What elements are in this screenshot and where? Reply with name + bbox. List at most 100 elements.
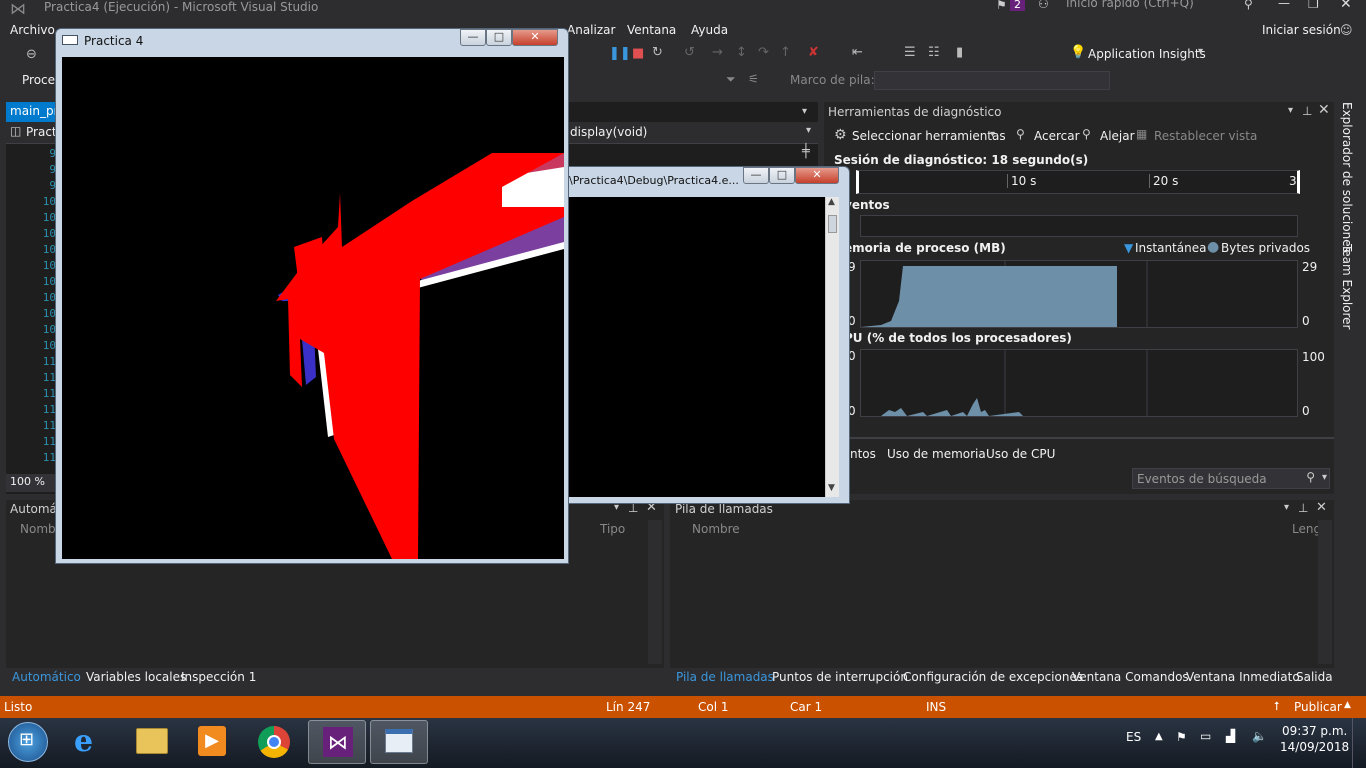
close-icon[interactable]: ✕ — [1318, 102, 1330, 118]
tab-memory-usage[interactable]: Uso de memoria — [887, 447, 986, 461]
media-player-icon[interactable]: ▶ — [198, 726, 226, 756]
editor-scroll-down-icon[interactable]: ▾ — [802, 106, 807, 117]
console-minimize-button[interactable]: — — [743, 167, 769, 184]
tab-ventana-comandos[interactable]: Ventana Comandos — [1072, 670, 1189, 684]
tab-config-excepciones[interactable]: Configuración de excepciones — [903, 670, 1083, 684]
tab-automatico[interactable]: Automático — [12, 670, 81, 684]
reset-view-icon[interactable]: ▦ — [1136, 127, 1147, 141]
chevron-up-icon[interactable]: ▲ — [1344, 700, 1351, 710]
action-center-icon[interactable]: ⚑ — [1176, 730, 1187, 744]
stack-frame-dropdown[interactable] — [874, 71, 1110, 90]
tab-inspeccion[interactable]: Inspección 1 — [181, 670, 256, 684]
chevron-down-icon[interactable]: ▾ — [806, 125, 811, 136]
gear-icon[interactable]: ⚙ — [834, 127, 847, 143]
side-tab-solution-explorer[interactable]: Explorador de soluciones — [1340, 102, 1358, 253]
callstack-col-name[interactable]: Nombre — [692, 522, 740, 536]
indent-icon[interactable]: ☰ — [904, 45, 916, 60]
memory-chart[interactable] — [860, 260, 1298, 328]
callstack-col-lang[interactable]: Leng — [1292, 522, 1321, 536]
autos-scrollbar[interactable] — [648, 520, 662, 664]
split-icon[interactable]: ╪ — [802, 144, 810, 159]
chrome-icon[interactable] — [258, 726, 290, 758]
tab-salida[interactable]: Salida — [1296, 670, 1333, 684]
pause-icon[interactable]: ❚❚ — [609, 46, 631, 61]
tab-ventana-inmediato[interactable]: Ventana Inmediato — [1186, 670, 1300, 684]
stop-icon[interactable]: ■ — [632, 46, 644, 61]
menu-archivo[interactable]: Archivo — [10, 23, 55, 37]
filter-icon[interactable]: ⏷ — [726, 72, 736, 87]
glut-maximize-button[interactable]: □ — [486, 29, 512, 46]
notification-count[interactable]: 2 — [1010, 0, 1025, 11]
tab-events[interactable]: ntos — [850, 447, 876, 461]
restart-icon[interactable]: ↻ — [652, 45, 663, 60]
callstack-dropdown-icon[interactable]: ▾ — [1284, 502, 1289, 513]
show-desktop-button[interactable] — [1352, 718, 1366, 768]
search-icon[interactable]: ⚲ — [1306, 470, 1315, 484]
side-tab-team-explorer[interactable]: Team Explorer — [1340, 244, 1358, 330]
folder-icon[interactable] — [136, 728, 168, 754]
outdent-icon[interactable]: ☷ — [928, 45, 940, 60]
app-insights-button[interactable]: Application Insights — [1088, 47, 1206, 61]
console-close-button[interactable]: ✕ — [795, 167, 839, 184]
autos-col-type[interactable]: Tipo — [600, 522, 625, 536]
stack-icon[interactable]: ⚟ — [748, 72, 759, 86]
zoom-out-button[interactable]: Alejar — [1100, 129, 1135, 143]
scroll-thumb[interactable] — [828, 215, 837, 233]
step-out-icon[interactable]: ↑ — [780, 45, 791, 60]
volume-icon[interactable]: 🔈 — [1252, 729, 1267, 743]
pin-icon[interactable]: ⊥ — [1302, 104, 1312, 118]
tab-variables-locales[interactable]: Variables locales — [86, 670, 186, 684]
publish-icon[interactable]: ⭡ — [1274, 699, 1280, 714]
menu-analizar[interactable]: Analizar — [567, 23, 615, 37]
tab-cpu-usage[interactable]: Uso de CPU — [986, 447, 1055, 461]
minimize-button[interactable]: — — [1278, 0, 1290, 10]
step-into-icon[interactable]: ↕ — [736, 45, 747, 60]
restore-button[interactable]: ❐ — [1308, 0, 1319, 11]
account-icon[interactable]: ☺ — [1340, 23, 1353, 37]
network-icon[interactable]: ▟ — [1226, 729, 1235, 743]
show-next-icon[interactable]: → — [712, 45, 723, 60]
zoom-out-icon[interactable]: ⚲ — [1082, 127, 1091, 141]
menu-ventana[interactable]: Ventana — [627, 23, 676, 37]
autos-col-name[interactable]: Nomb — [20, 522, 56, 536]
reset-view-button[interactable]: Restablecer vista — [1154, 129, 1257, 143]
scroll-up-icon[interactable]: ▲ — [828, 197, 835, 207]
chevron-down-icon[interactable]: ▾ — [1198, 46, 1203, 57]
glut-close-button[interactable]: ✕ — [512, 29, 558, 46]
step-icon[interactable]: ↺ — [684, 45, 695, 60]
zoom-in-icon[interactable]: ⚲ — [1016, 127, 1025, 141]
menu-ayuda[interactable]: Ayuda — [691, 23, 728, 37]
events-search-input[interactable]: Eventos de búsqueda ⚲ ▾ — [1132, 468, 1330, 489]
chevron-down-icon[interactable]: ▾ — [990, 129, 995, 140]
step-over-icon[interactable]: ↷ — [758, 45, 769, 60]
panel-dropdown-icon[interactable]: ▾ — [1288, 105, 1293, 116]
bookmark-icon[interactable]: ▮ — [956, 45, 963, 60]
flag-icon[interactable]: ⚑ — [996, 0, 1007, 12]
zoom-level[interactable]: 100 % — [6, 474, 56, 492]
start-button[interactable]: ⊞ — [8, 722, 48, 762]
thread-icon[interactable]: ⇤ — [852, 45, 863, 60]
events-track[interactable] — [860, 215, 1298, 237]
close-icon[interactable]: ✕ — [1316, 500, 1327, 515]
language-indicator[interactable]: ES — [1126, 730, 1141, 744]
glut-taskbar-icon[interactable] — [370, 720, 428, 764]
select-tools-button[interactable]: Seleccionar herramientas — [852, 129, 1006, 143]
zoom-in-button[interactable]: Acercar — [1034, 129, 1080, 143]
timeline-ruler[interactable]: 10 s 20 s 3 — [856, 170, 1300, 194]
scroll-down-icon[interactable]: ▼ — [828, 483, 835, 493]
back-icon[interactable]: ⊖ — [26, 47, 37, 62]
publish-button[interactable]: Publicar — [1294, 700, 1342, 714]
console-maximize-button[interactable]: □ — [769, 167, 795, 184]
hot-path-icon[interactable]: ✘ — [808, 45, 819, 60]
search-icon[interactable]: ⚲ — [1244, 0, 1253, 11]
feedback-icon[interactable]: ⚇ — [1038, 0, 1049, 11]
tab-puntos-interrupcion[interactable]: Puntos de interrupción — [772, 670, 908, 684]
tray-expand-icon[interactable]: ▲ — [1155, 731, 1163, 742]
power-icon[interactable]: ▭ — [1200, 729, 1211, 743]
close-button[interactable]: ✕ — [1340, 0, 1352, 12]
quick-launch-input[interactable]: Inicio rápido (Ctrl+Q) — [1062, 0, 1260, 12]
clock-date[interactable]: 14/09/2018 — [1280, 740, 1349, 754]
chevron-down-icon[interactable]: ▾ — [1322, 472, 1327, 483]
cpu-chart[interactable] — [860, 349, 1298, 417]
glut-minimize-button[interactable]: — — [460, 29, 486, 46]
